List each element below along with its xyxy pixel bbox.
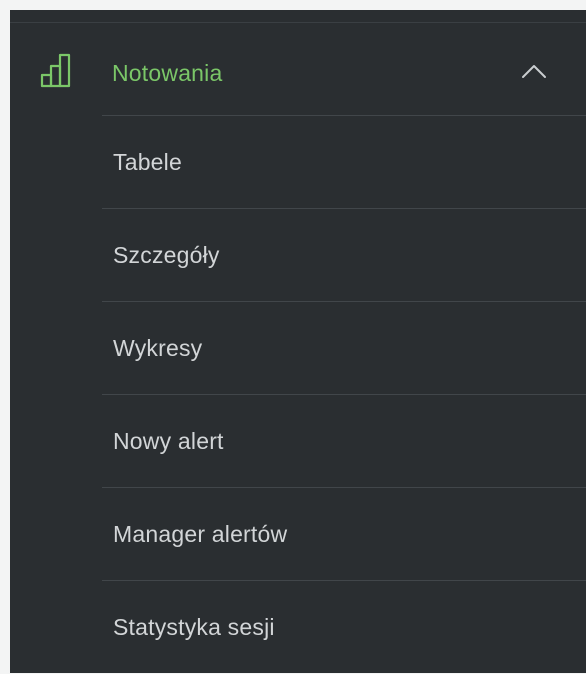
menu-item-nowy-alert[interactable]: Nowy alert	[102, 395, 586, 488]
submenu-list: Tabele Szczegóły Wykresy Nowy alert Mana…	[102, 116, 586, 674]
top-edge	[10, 0, 586, 10]
bar-chart-icon	[40, 51, 80, 91]
menu-item-label: Statystyka sesji	[113, 614, 275, 640]
chevron-up-icon[interactable]	[519, 60, 549, 82]
navigation-menu: Notowania Tabele Szczegóły Wykresy Nowy …	[10, 0, 586, 673]
menu-item-wykresy[interactable]: Wykresy	[102, 302, 586, 395]
menu-item-tabele[interactable]: Tabele	[102, 116, 586, 209]
menu-item-label: Szczegóły	[113, 242, 220, 268]
top-divider	[10, 22, 586, 23]
menu-item-label: Wykresy	[113, 335, 203, 361]
menu-item-manager-alertow[interactable]: Manager alertów	[102, 488, 586, 581]
section-header-notowania[interactable]: Notowania	[10, 24, 586, 116]
menu-item-statystyka-sesji[interactable]: Statystyka sesji	[102, 581, 586, 674]
section-title: Notowania	[112, 60, 223, 86]
menu-item-label: Nowy alert	[113, 428, 224, 454]
menu-item-szczegoly[interactable]: Szczegóły	[102, 209, 586, 302]
menu-item-label: Manager alertów	[113, 521, 288, 547]
menu-item-label: Tabele	[113, 149, 182, 175]
